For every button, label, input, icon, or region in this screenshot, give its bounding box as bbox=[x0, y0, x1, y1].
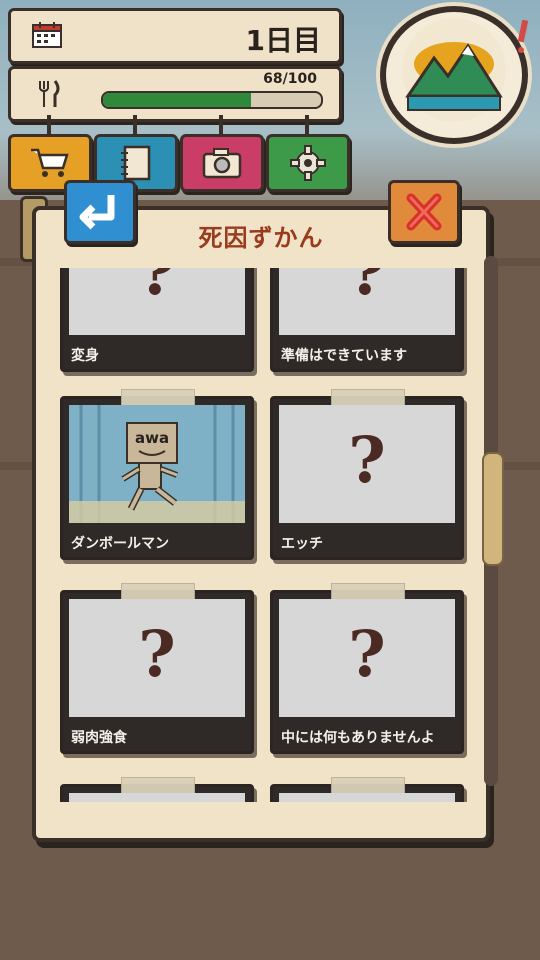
cart-icon bbox=[31, 148, 69, 177]
mountain-icon bbox=[402, 18, 506, 122]
entry-thumbnail: ? bbox=[69, 268, 245, 335]
entry-label: 弱肉強食 bbox=[71, 730, 127, 746]
death-encyclopedia-panel: 死因ずかん ? 変身? 準備はできています awa ダンボールマン? エッチ? 弱肉強食? 中… bbox=[32, 206, 490, 842]
notebook-icon bbox=[121, 145, 151, 181]
entry-thumbnail: ? bbox=[279, 405, 455, 523]
return-arrow-icon bbox=[79, 195, 115, 230]
entry-label: エッチ bbox=[281, 536, 323, 552]
scrollbar-thumb[interactable] bbox=[482, 452, 504, 566]
entry-thumbnail: ? bbox=[69, 793, 245, 802]
entry-card[interactable]: ? 変身 bbox=[60, 268, 254, 372]
cardboard-man-illustration bbox=[69, 405, 245, 523]
question-mark-icon: ? bbox=[348, 268, 386, 310]
entry-card[interactable]: ? 中には何もありませんよ bbox=[270, 583, 464, 754]
entry-card[interactable]: ? 弱肉強食 bbox=[60, 583, 254, 754]
entry-card[interactable]: ? エッチ bbox=[270, 389, 464, 560]
entry-label: 中には何もありませんよ bbox=[281, 730, 435, 746]
entry-card[interactable]: ? bbox=[270, 777, 464, 802]
hunger-meter: 68/100 bbox=[8, 66, 342, 122]
entry-card[interactable]: ? 準備はできています bbox=[270, 268, 464, 372]
alert-icon bbox=[517, 20, 529, 53]
entry-label: ダンボールマン bbox=[71, 536, 169, 552]
close-button[interactable] bbox=[388, 180, 460, 244]
hunger-fill bbox=[103, 93, 252, 107]
question-mark-icon: ? bbox=[138, 617, 176, 692]
back-button[interactable] bbox=[64, 180, 136, 244]
entry-thumbnail: ? bbox=[279, 599, 455, 717]
question-mark-icon: ? bbox=[348, 423, 386, 498]
entry-thumbnail: awa bbox=[69, 405, 245, 523]
camera-button[interactable] bbox=[180, 115, 264, 192]
fork-knife-icon bbox=[39, 80, 60, 107]
hanging-string bbox=[47, 115, 51, 137]
entry-card[interactable]: awa ダンボールマン bbox=[60, 389, 254, 560]
location-badge[interactable] bbox=[380, 6, 528, 144]
day-counter: 1日目 bbox=[8, 8, 342, 64]
day-label: 1日目 bbox=[245, 24, 321, 57]
hunger-bar bbox=[101, 91, 323, 109]
entry-card[interactable]: ? bbox=[60, 777, 254, 802]
entry-thumbnail: ? bbox=[279, 793, 455, 802]
hanging-string bbox=[305, 115, 309, 137]
entry-label: 変身 bbox=[71, 348, 99, 364]
question-mark-icon: ? bbox=[348, 617, 386, 692]
camera-icon bbox=[202, 148, 242, 179]
gear-icon bbox=[290, 145, 326, 181]
entry-thumbnail: ? bbox=[279, 268, 455, 335]
box-face-text: awa bbox=[135, 429, 170, 447]
entries-list[interactable]: ? 変身? 準備はできています awa ダンボールマン? エッチ? 弱肉強食? 中には何もあり… bbox=[52, 268, 472, 802]
hanging-string bbox=[133, 115, 137, 137]
close-icon bbox=[406, 193, 442, 231]
entry-thumbnail: ? bbox=[69, 599, 245, 717]
question-mark-icon: ? bbox=[138, 268, 176, 310]
entry-label: 準備はできています bbox=[281, 348, 407, 364]
settings-button[interactable] bbox=[266, 115, 350, 192]
calendar-icon bbox=[32, 22, 62, 48]
hanging-string bbox=[219, 115, 223, 137]
hunger-value: 68/100 bbox=[263, 71, 317, 87]
